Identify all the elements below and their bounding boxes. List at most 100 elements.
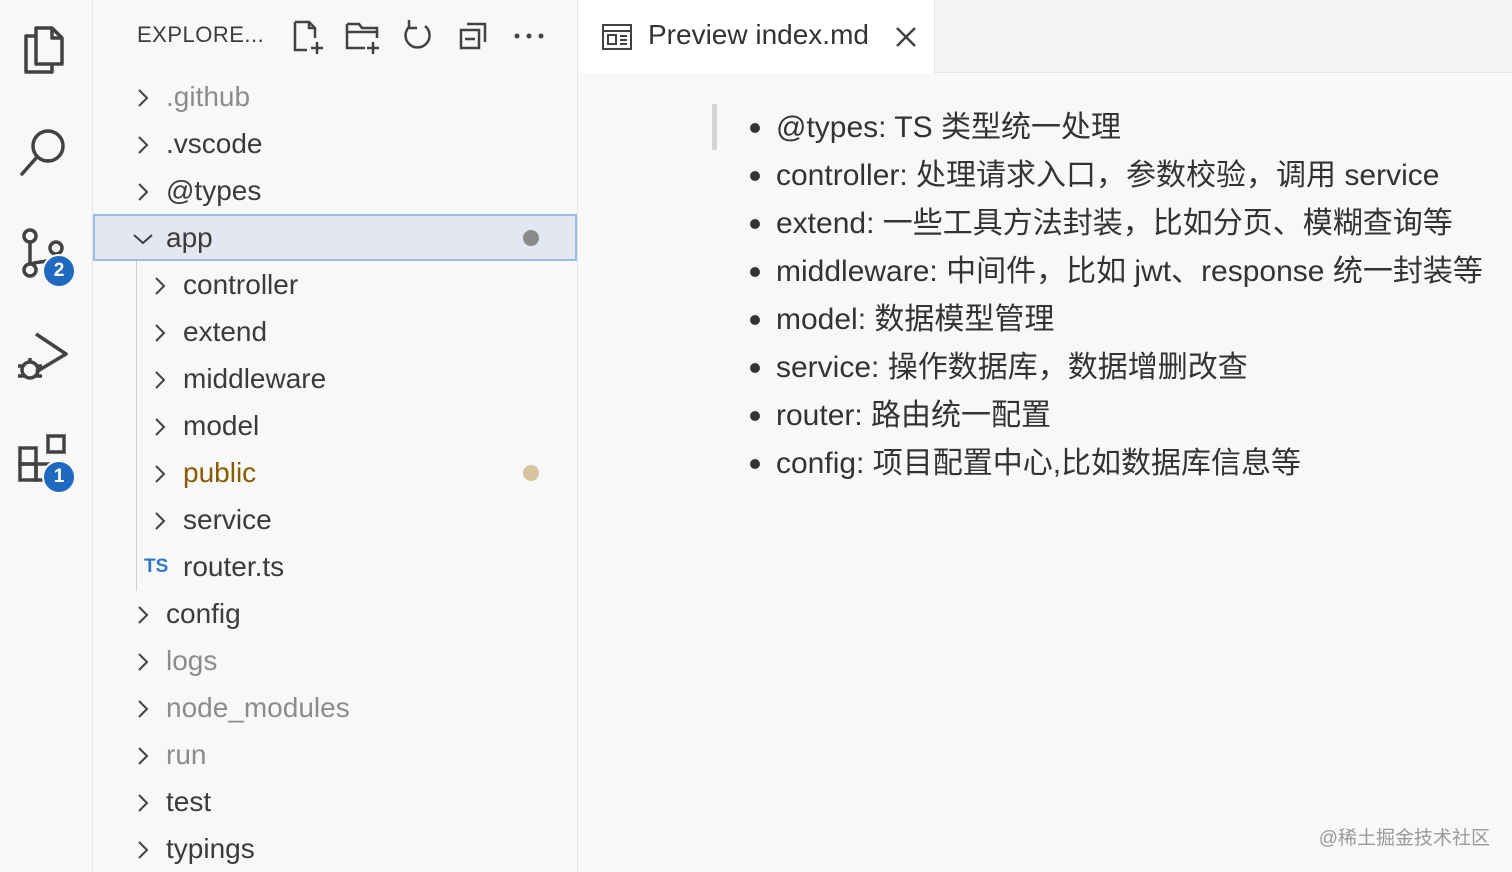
modified-dot	[523, 464, 539, 481]
tree-item-config[interactable]: config	[93, 590, 577, 637]
list-item-text: @types: TS 类型统一处理	[776, 111, 1121, 144]
file-tree: .github .vscode @types app controller ex…	[93, 73, 577, 872]
tree-item-github[interactable]: .github	[93, 73, 577, 120]
tree-item-service[interactable]: service	[93, 496, 577, 543]
bullet	[750, 411, 760, 421]
search-icon[interactable]	[14, 120, 74, 180]
chevron-right-icon	[148, 414, 172, 438]
tree-item-label: logs	[166, 644, 218, 676]
explorer-header: EXPLORE...	[93, 0, 577, 72]
tree-item-label: .github	[166, 80, 251, 112]
tree-item-label: model	[183, 409, 260, 441]
tree-item-label: test	[166, 785, 212, 817]
chevron-right-icon	[148, 367, 172, 391]
tree-item-label: extend	[183, 315, 268, 347]
tree-item-label: controller	[183, 268, 299, 300]
bullet	[750, 363, 760, 373]
chevron-down-icon	[131, 226, 155, 250]
bullet	[750, 171, 760, 181]
tree-item-run[interactable]: run	[93, 731, 577, 778]
explorer-title: EXPLORE...	[137, 22, 265, 47]
list-item: @types: TS 类型统一处理	[748, 104, 1483, 152]
bullet	[750, 459, 760, 469]
tree-item-public[interactable]: public	[93, 449, 577, 496]
tree-item-vscode[interactable]: .vscode	[93, 120, 577, 167]
new-folder-icon[interactable]	[341, 14, 385, 58]
list-item-text: config: 项目配置中心,比如数据库信息等	[776, 447, 1302, 480]
list-item: router: 路由统一配置	[748, 392, 1483, 440]
run-debug-icon[interactable]	[14, 326, 74, 386]
list-item-text: extend: 一些工具方法封装，比如分页、模糊查询等	[776, 207, 1453, 240]
chevron-right-icon	[148, 461, 172, 485]
chevron-right-icon	[131, 696, 155, 720]
tree-item-app[interactable]: app	[93, 214, 577, 261]
list-item: service: 操作数据库，数据增删改查	[748, 344, 1483, 392]
tree-item-label: .vscode	[166, 127, 263, 159]
activity-bar: 2 1	[0, 0, 93, 872]
editor-area: Preview index.md @types: TS 类型统一处理 contr…	[578, 0, 1512, 872]
tree-item-label: @types	[166, 174, 262, 206]
list-item: middleware: 中间件，比如 jwt、response 统一封装等	[748, 248, 1483, 296]
list-item-text: service: 操作数据库，数据增删改查	[776, 351, 1248, 384]
tab-bar: Preview index.md	[578, 0, 1512, 73]
chevron-right-icon	[131, 837, 155, 861]
watermark: @稀土掘金技术社区	[1318, 828, 1490, 849]
new-file-icon[interactable]	[285, 14, 329, 58]
tree-item-types[interactable]: @types	[93, 167, 577, 214]
tree-item-label: service	[183, 503, 272, 535]
tree-item-middleware[interactable]: middleware	[93, 355, 577, 402]
chevron-right-icon	[148, 320, 172, 344]
tree-item-model[interactable]: model	[93, 402, 577, 449]
chevron-right-icon	[131, 179, 155, 203]
markdown-preview-list: @types: TS 类型统一处理 controller: 处理请求入口，参数校…	[748, 104, 1483, 488]
bullet	[750, 219, 760, 229]
modified-dot	[523, 229, 539, 246]
extensions-icon[interactable]: 1	[14, 428, 76, 494]
extensions-badge: 1	[42, 460, 76, 494]
tree-item-label: config	[166, 597, 241, 629]
chevron-right-icon	[148, 508, 172, 532]
list-item-text: middleware: 中间件，比如 jwt、response 统一封装等	[776, 255, 1483, 288]
tree-item-label: run	[166, 738, 207, 770]
chevron-right-icon	[131, 132, 155, 156]
tree-item-router-ts[interactable]: TS router.ts	[93, 543, 577, 590]
close-icon[interactable]	[891, 22, 921, 52]
tab-preview-index-md[interactable]: Preview index.md	[578, 0, 935, 73]
collapse-all-icon[interactable]	[451, 14, 495, 58]
explorer-sidebar: EXPLORE... .github .vscode @types app co…	[93, 0, 578, 872]
more-actions-icon[interactable]	[507, 14, 551, 58]
tree-item-label: typings	[166, 832, 255, 864]
tree-item-label: node_modules	[166, 691, 350, 723]
tree-item-label: middleware	[183, 362, 327, 394]
tree-item-label: public	[183, 456, 257, 488]
list-item: extend: 一些工具方法封装，比如分页、模糊查询等	[748, 200, 1483, 248]
tree-item-label: router.ts	[183, 550, 285, 582]
chevron-right-icon	[131, 85, 155, 109]
refresh-icon[interactable]	[395, 14, 439, 58]
chevron-right-icon	[131, 649, 155, 673]
bullet	[750, 315, 760, 325]
source-control-icon[interactable]: 2	[14, 224, 76, 288]
list-item-text: controller: 处理请求入口，参数校验，调用 service	[776, 159, 1440, 192]
bullet	[750, 267, 760, 277]
chevron-right-icon	[131, 743, 155, 767]
list-item: controller: 处理请求入口，参数校验，调用 service	[748, 152, 1483, 200]
tree-item-node-modules[interactable]: node_modules	[93, 684, 577, 731]
typescript-file-icon: TS	[144, 555, 169, 577]
chevron-right-icon	[148, 273, 172, 297]
tree-item-test[interactable]: test	[93, 778, 577, 825]
tree-item-label: app	[166, 221, 213, 253]
tab-label: Preview index.md	[648, 19, 869, 50]
list-item-text: router: 路由统一配置	[776, 399, 1052, 432]
tree-item-typings[interactable]: typings	[93, 825, 577, 872]
source-control-badge: 2	[42, 254, 76, 288]
tree-item-extend[interactable]: extend	[93, 308, 577, 355]
files-icon[interactable]	[14, 18, 74, 78]
tree-item-controller[interactable]: controller	[93, 261, 577, 308]
chevron-right-icon	[131, 602, 155, 626]
list-item: model: 数据模型管理	[748, 296, 1483, 344]
preview-icon	[600, 20, 634, 54]
list-item: config: 项目配置中心,比如数据库信息等	[748, 440, 1483, 488]
blockquote-bar	[712, 104, 717, 150]
tree-item-logs[interactable]: logs	[93, 637, 577, 684]
